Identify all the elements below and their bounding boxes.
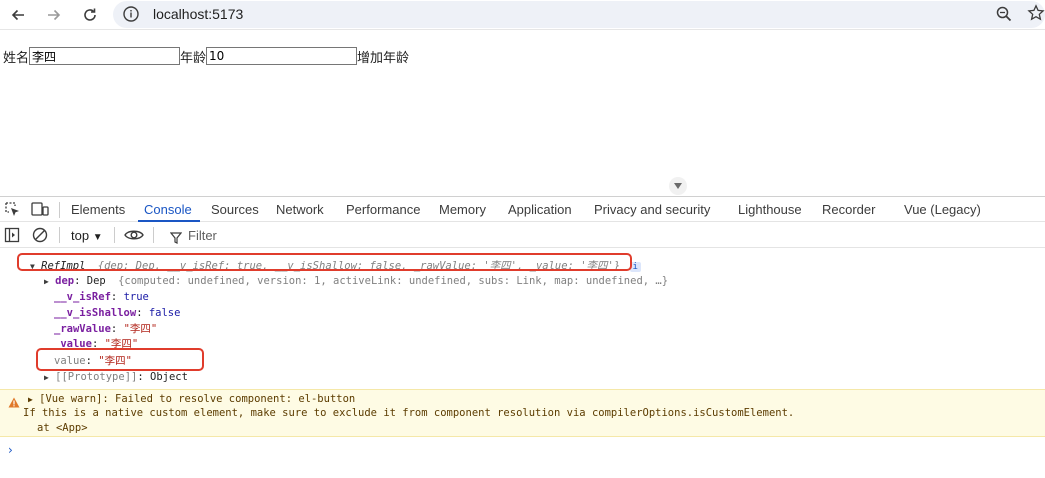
- tab-elements[interactable]: Elements: [71, 202, 125, 217]
- tab-console[interactable]: Console: [144, 202, 192, 217]
- name-label: 姓名: [3, 50, 30, 66]
- prop-value: true: [123, 291, 149, 303]
- collapsed-triangle-icon[interactable]: ▶: [28, 395, 33, 404]
- warning-message: ▶ [Vue warn]: Failed to resolve componen…: [0, 389, 1045, 437]
- browser-toolbar: localhost:5173: [0, 0, 1045, 30]
- toolbar-divider: [59, 227, 60, 243]
- prop-key: [[Prototype]]: [55, 371, 138, 383]
- tab-network[interactable]: Network: [276, 202, 324, 217]
- prop-value: "李四": [123, 323, 158, 335]
- site-info-icon[interactable]: [122, 5, 140, 27]
- sidebar-toggle-icon[interactable]: [4, 227, 20, 247]
- prop-key: dep: [55, 275, 75, 287]
- inspect-element-icon[interactable]: [4, 201, 21, 222]
- toolbar-divider: [153, 227, 154, 243]
- filter-icon: [169, 229, 183, 248]
- warning-text: [Vue warn]: Failed to resolve component:…: [39, 393, 356, 405]
- zoom-icon[interactable]: [995, 5, 1013, 27]
- warning-line-2: If this is a native custom element, make…: [23, 407, 795, 419]
- age-input[interactable]: [206, 47, 358, 65]
- bookmark-star-icon[interactable]: [1027, 4, 1045, 26]
- reload-icon[interactable]: [79, 4, 101, 26]
- highlight-box-summary: [17, 253, 632, 271]
- tab-vue-legacy[interactable]: Vue (Legacy): [904, 202, 981, 217]
- device-toolbar-icon[interactable]: [31, 201, 49, 222]
- tab-application[interactable]: Application: [508, 202, 572, 217]
- dropdown-arrow-icon: ▼: [92, 232, 103, 243]
- prototype-row[interactable]: ▶ [[Prototype]]: Object: [44, 371, 188, 383]
- warning-icon: [8, 393, 20, 412]
- prop-row: __v_isShallow: false: [54, 307, 181, 319]
- filter-input[interactable]: Filter: [188, 228, 217, 243]
- prop-row: _rawValue: "李四": [54, 323, 158, 335]
- warning-line-1[interactable]: ▶ [Vue warn]: Failed to resolve componen…: [28, 393, 355, 405]
- form-row: 姓名 年龄 增加年龄: [3, 46, 409, 66]
- console-prompt[interactable]: ›: [8, 443, 13, 457]
- dep-row[interactable]: ▶ dep: Dep {computed: undefined, version…: [44, 275, 668, 287]
- address-bar[interactable]: localhost:5173: [113, 1, 1045, 28]
- prop-key: __v_isRef: [54, 291, 111, 303]
- clear-console-icon[interactable]: [32, 227, 48, 247]
- prop-key: __v_isShallow: [54, 307, 137, 319]
- devtools-tab-bar: Elements Console Sources Network Perform…: [0, 196, 1045, 222]
- forward-icon[interactable]: [43, 4, 65, 26]
- eye-icon[interactable]: [124, 227, 144, 247]
- prop-preview: {computed: undefined, version: 1, active…: [118, 275, 669, 287]
- url-text: localhost:5173: [153, 6, 244, 22]
- collapsed-triangle-icon[interactable]: ▶: [44, 373, 49, 382]
- prop-type: Dep: [86, 275, 106, 287]
- tab-privacy-and-security[interactable]: Privacy and security: [594, 202, 710, 217]
- tab-performance[interactable]: Performance: [346, 202, 420, 217]
- tab-sources[interactable]: Sources: [211, 202, 259, 217]
- prop-row: __v_isRef: true: [54, 291, 149, 303]
- tab-recorder[interactable]: Recorder: [822, 202, 875, 217]
- context-label: top: [71, 228, 90, 243]
- tab-memory[interactable]: Memory: [439, 202, 486, 217]
- back-icon[interactable]: [7, 4, 29, 26]
- add-age-button[interactable]: 增加年龄: [357, 47, 409, 66]
- warning-line-3: at <App>: [37, 422, 88, 434]
- prop-value: false: [148, 307, 181, 319]
- prop-key: _rawValue: [54, 323, 111, 335]
- age-label: 年龄: [180, 50, 207, 66]
- toolbar-divider: [59, 202, 60, 218]
- context-selector[interactable]: top ▼: [71, 228, 103, 243]
- prop-value: Object: [150, 371, 188, 383]
- tab-lighthouse[interactable]: Lighthouse: [738, 202, 802, 217]
- console-toolbar: top ▼ Filter: [0, 222, 1045, 248]
- name-input[interactable]: [29, 47, 181, 65]
- toolbar-divider: [114, 227, 115, 243]
- collapsed-triangle-icon[interactable]: ▶: [44, 277, 49, 286]
- highlight-box-value: [36, 348, 204, 371]
